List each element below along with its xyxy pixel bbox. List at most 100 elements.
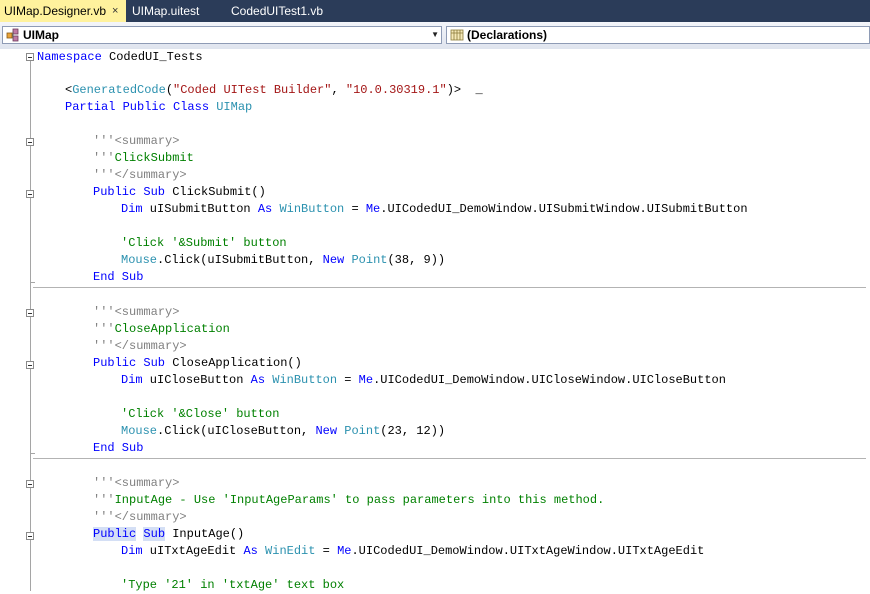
xml-doc-prefix: '''	[93, 305, 115, 319]
code-line: 'Type '21' in 'txtAge' text box	[0, 577, 866, 594]
tab-codeduitest1-vb[interactable]: CodedUITest1.vb	[221, 0, 336, 22]
code-line: '''<summary>	[0, 133, 866, 150]
keyword: Dim	[121, 202, 143, 216]
xml-doc-text: InputAge - Use 'InputAgeParams' to pass …	[114, 493, 605, 507]
type-dropdown[interactable]: UIMap ▼	[2, 26, 442, 44]
comment: 'Type '21' in 'txtAge' text box	[121, 578, 345, 592]
keyword: End Sub	[93, 441, 144, 455]
keyword: Dim	[121, 373, 143, 387]
xml-doc-tag: <summary>	[114, 134, 180, 148]
code-line: Public Sub CloseApplication()	[0, 355, 866, 372]
code-line: Mouse.Click(uISubmitButton, New Point(38…	[0, 252, 866, 269]
code-line: 'Click '&Submit' button	[0, 235, 866, 252]
punctuation: (	[165, 83, 174, 97]
identifier: .UICodedUI_DemoWindow.UICloseWindow.UICl…	[373, 373, 726, 387]
keyword-highlighted: Sub	[143, 527, 166, 541]
xml-doc-text: ClickSubmit	[114, 151, 194, 165]
xml-doc-tag: </summary>	[114, 168, 187, 182]
close-icon[interactable]: ×	[112, 0, 118, 22]
code-line: '''ClickSubmit	[0, 150, 866, 167]
string-literal: "Coded UITest Builder"	[173, 83, 332, 97]
punctuation: ,	[331, 83, 346, 97]
identifier: uICloseButton	[142, 373, 251, 387]
code-line: <GeneratedCode("Coded UITest Builder", "…	[0, 82, 866, 99]
code-line: Mouse.Click(uICloseButton, New Point(23,…	[0, 423, 866, 440]
string-literal: "10.0.30319.1"	[345, 83, 447, 97]
keyword: Public Sub	[93, 185, 166, 199]
type-name: GeneratedCode	[72, 83, 166, 97]
code-editor[interactable]: Namespace CodedUI_Tests <GeneratedCode("…	[0, 49, 870, 594]
code-line: 'Click '&Close' button	[0, 406, 866, 423]
comment: 'Click '&Close' button	[121, 407, 280, 421]
code-line: Dim uICloseButton As WinButton = Me.UICo…	[0, 372, 866, 389]
xml-doc-tag: <summary>	[114, 305, 180, 319]
chevron-down-icon[interactable]: ▼	[431, 27, 439, 43]
type-name: WinButton	[272, 373, 338, 387]
method-signature: InputAge()	[165, 527, 245, 541]
method-signature: CloseApplication()	[165, 356, 302, 370]
xml-doc-text: CloseApplication	[114, 322, 230, 336]
navigation-bar: UIMap ▼ (Declarations)	[0, 22, 870, 50]
keyword: Me	[365, 202, 381, 216]
type-name: Mouse	[121, 424, 158, 438]
punctuation: =	[315, 544, 338, 558]
keyword: As	[250, 373, 266, 387]
code-line: '''</summary>	[0, 338, 866, 355]
keyword: As	[257, 202, 273, 216]
member-dropdown-value: (Declarations)	[467, 28, 548, 42]
method-separator	[33, 287, 866, 288]
code-line: '''</summary>	[0, 167, 866, 184]
xml-doc-prefix: '''	[93, 493, 115, 507]
keyword: Partial Public Class	[65, 100, 210, 114]
class-icon	[6, 28, 20, 42]
xml-doc-prefix: '''	[93, 339, 115, 353]
type-name: Point	[351, 253, 388, 267]
code-line: End Sub	[0, 440, 866, 457]
member-dropdown[interactable]: (Declarations)	[446, 26, 870, 44]
tab-uimap-uitest[interactable]: UIMap.uitest	[126, 0, 221, 22]
punctuation: =	[337, 373, 359, 387]
method-signature: ClickSubmit()	[165, 185, 266, 199]
keyword-highlighted: Public	[93, 527, 137, 541]
identifier: CodedUI_Tests	[101, 50, 203, 64]
identifier: .Click(uICloseButton,	[157, 424, 316, 438]
code-line: Dim uITxtAgeEdit As WinEdit = Me.UICoded…	[0, 543, 866, 560]
xml-doc-prefix: '''	[93, 151, 115, 165]
type-name: Point	[344, 424, 381, 438]
declarations-icon	[450, 28, 464, 42]
keyword: Namespace	[37, 50, 102, 64]
keyword: New	[322, 253, 345, 267]
punctuation: )> _	[446, 83, 483, 97]
code-line: Public Sub InputAge()	[0, 526, 866, 543]
xml-doc-tag: </summary>	[114, 339, 187, 353]
keyword: Dim	[121, 544, 143, 558]
xml-doc-prefix: '''	[93, 322, 115, 336]
xml-doc-prefix: '''	[93, 476, 115, 490]
code-line: '''CloseApplication	[0, 321, 866, 338]
type-name: WinButton	[279, 202, 345, 216]
tab-label: CodedUITest1.vb	[231, 4, 324, 18]
xml-doc-prefix: '''	[93, 510, 115, 524]
code-line: End Sub	[0, 269, 866, 286]
identifier: .UICodedUI_DemoWindow.UITxtAgeWindow.UIT…	[351, 544, 705, 558]
code-line: '''<summary>	[0, 475, 866, 492]
type-name: Mouse	[121, 253, 158, 267]
identifier: .UICodedUI_DemoWindow.UISubmitWindow.UIS…	[380, 202, 748, 216]
keyword: New	[315, 424, 338, 438]
identifier: (23, 12))	[380, 424, 446, 438]
identifier: (38, 9))	[387, 253, 446, 267]
keyword: As	[243, 544, 258, 558]
identifier: uISubmitButton	[142, 202, 258, 216]
keyword: End Sub	[93, 270, 144, 284]
tab-uimap-designer-vb[interactable]: UIMap.Designer.vb ×	[0, 0, 126, 22]
code-line: Dim uISubmitButton As WinButton = Me.UIC…	[0, 201, 866, 218]
xml-doc-tag: <summary>	[114, 476, 180, 490]
tab-label: UIMap.uitest	[132, 4, 200, 18]
code-line: '''<summary>	[0, 304, 866, 321]
xml-doc-tag: </summary>	[114, 510, 187, 524]
method-separator	[33, 458, 866, 459]
document-tab-strip: UIMap.Designer.vb × UIMap.uitest CodedUI…	[0, 0, 870, 22]
class-name: UIMap	[216, 100, 253, 114]
tab-label: UIMap.Designer.vb	[4, 4, 107, 18]
keyword: Public Sub	[93, 356, 166, 370]
